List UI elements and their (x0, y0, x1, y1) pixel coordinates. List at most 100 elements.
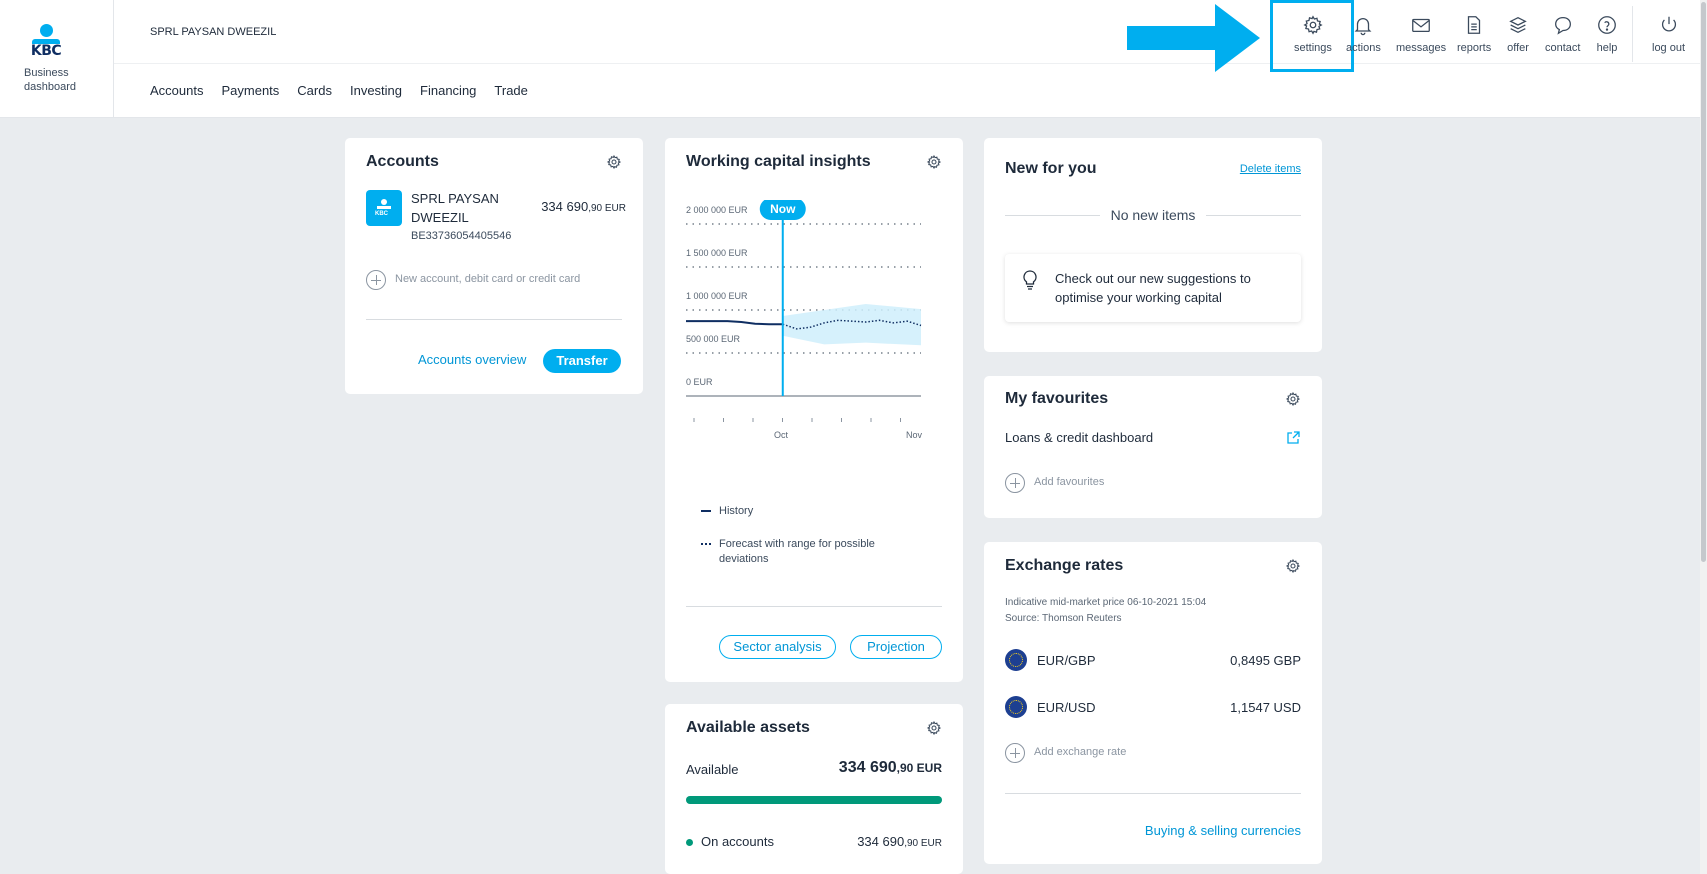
gear-icon[interactable] (1285, 391, 1301, 407)
sidebar-divider (113, 0, 114, 118)
available-label: Available (686, 762, 739, 777)
gear-icon[interactable] (606, 154, 622, 170)
y-tick-label: 0 EUR (686, 377, 713, 387)
log-out-button[interactable]: log out (1652, 14, 1685, 54)
speech-bubble-icon (1554, 17, 1571, 35)
sector-analysis-button[interactable]: Sector analysis (719, 635, 836, 659)
add-account-link[interactable]: New account, debit card or credit card (395, 273, 580, 285)
eu-flag-icon (1005, 696, 1027, 718)
envelope-icon (1412, 18, 1430, 33)
working-capital-divider (686, 606, 942, 607)
account-iban: BE33736054405546 (411, 230, 512, 242)
utility-divider (1632, 6, 1633, 62)
bell-icon (1354, 18, 1372, 36)
exchange-note: Indicative mid-market price 06-10-2021 1… (1005, 597, 1207, 624)
account-name-cont: DWEEZIL (411, 210, 469, 225)
gear-icon[interactable] (926, 720, 942, 736)
kbc-account-icon: KBC (366, 190, 402, 226)
gear-icon (1303, 15, 1323, 35)
working-capital-chart: 2 000 000 EUR 1 500 000 EUR 1 000 000 EUR 5… (686, 200, 923, 440)
y-tick-label: 500 000 EUR (686, 334, 741, 344)
nav-trade[interactable]: Trade (494, 83, 527, 98)
arrow-pointer-icon (1127, 4, 1260, 72)
settings-button[interactable]: settings (1294, 14, 1332, 54)
layers-icon (1509, 16, 1527, 34)
gear-icon[interactable] (1285, 558, 1301, 574)
accounts-card: Accounts KBC SPRL PAYSAN DWEEZIL BE33736… (345, 138, 643, 394)
legend-forecast: Forecast with range for possible deviati… (701, 537, 875, 567)
legend-history: History (701, 505, 753, 517)
accounts-title: Accounts (366, 153, 439, 170)
my-favourites-card: My favourites Loans & credit dashboard A… (984, 376, 1322, 518)
exchange-rates-title: Exchange rates (1005, 557, 1124, 574)
company-name: SPRL PAYSAN DWEEZIL (150, 26, 277, 38)
nav-payments[interactable]: Payments (221, 83, 279, 98)
add-circle-icon[interactable] (366, 270, 386, 290)
actions-button[interactable]: actions (1346, 14, 1381, 54)
eu-flag-icon (1005, 649, 1027, 671)
favourite-loans-link[interactable]: Loans & credit dashboard (1005, 430, 1153, 445)
transfer-button[interactable]: Transfer (543, 349, 621, 373)
delete-items-link[interactable]: Delete items (1240, 163, 1301, 175)
lightbulb-icon (1023, 270, 1037, 290)
add-exchange-rate-link[interactable]: Add exchange rate (1034, 746, 1126, 758)
gear-icon[interactable] (926, 154, 942, 170)
external-link-icon[interactable] (1286, 431, 1300, 445)
exchange-divider (1005, 793, 1301, 794)
offer-button[interactable]: offer (1507, 14, 1529, 54)
help-button[interactable]: help (1596, 14, 1618, 54)
document-icon (1467, 16, 1481, 34)
available-assets-title: Available assets (686, 719, 810, 736)
y-tick-label: 2 000 000 EUR (686, 205, 748, 215)
working-capital-card: Working capital insights 2 000 000 EUR 1 … (665, 138, 963, 682)
y-tick-label: 1 000 000 EUR (686, 291, 748, 301)
account-balance: 334 690,90 EUR (541, 199, 626, 214)
empty-divider-right (1206, 215, 1301, 216)
account-row[interactable]: KBC SPRL PAYSAN DWEEZIL BE33736054405546… (366, 190, 626, 245)
working-capital-title: Working capital insights (686, 153, 871, 170)
header-divider (114, 63, 1700, 64)
new-for-you-title: New for you (1005, 160, 1097, 177)
available-progress-track (686, 796, 942, 804)
power-icon (1661, 16, 1676, 32)
x-tick-label: Oct (774, 430, 789, 440)
exchange-rates-card: Exchange rates Indicative mid-market pri… (984, 542, 1322, 864)
business-dashboard-caption: Business dashboard (24, 67, 76, 93)
nav-investing[interactable]: Investing (350, 83, 402, 98)
new-for-you-card: New for you Delete items No new items Ch… (984, 138, 1322, 352)
nav-financing[interactable]: Financing (420, 83, 476, 98)
contact-button[interactable]: contact (1545, 14, 1580, 54)
add-favourites-link[interactable]: Add favourites (1034, 476, 1104, 488)
kbc-logo[interactable]: KBC (24, 24, 68, 58)
x-tick-label: Nov (906, 430, 923, 440)
accounts-divider (366, 319, 622, 320)
now-marker-label: Now (770, 202, 796, 216)
suggestion-tile[interactable]: Check out our new suggestions to optimis… (1005, 254, 1301, 322)
status-dot-icon (686, 839, 693, 847)
account-name: SPRL PAYSAN (411, 191, 499, 206)
rate-row: EUR/USD 1,1547 USD (1005, 696, 1301, 720)
history-legend-swatch (701, 510, 711, 513)
question-icon (1598, 16, 1616, 34)
rate-row: EUR/GBP 0,8495 GBP (1005, 649, 1301, 673)
history-series-line (686, 320, 783, 326)
forecast-legend-swatch (701, 543, 711, 545)
accounts-overview-link[interactable]: Accounts overview (418, 352, 526, 367)
add-circle-icon[interactable] (1005, 473, 1025, 493)
top-bar: KBC Business dashboard SPRL PAYSAN DWEEZ… (0, 0, 1700, 118)
nav-cards[interactable]: Cards (297, 83, 332, 98)
available-progress-fill (686, 796, 942, 804)
on-accounts-row: On accounts 334 690,90 EUR (686, 834, 942, 849)
scrollbar[interactable] (1700, 0, 1707, 874)
available-amount: 334 690,90 EUR (838, 759, 942, 776)
y-tick-label: 1 500 000 EUR (686, 248, 748, 258)
add-circle-icon[interactable] (1005, 743, 1025, 763)
messages-button[interactable]: messages (1396, 14, 1446, 54)
main-nav: Accounts Payments Cards Investing Financ… (150, 83, 528, 98)
projection-button[interactable]: Projection (850, 635, 942, 659)
reports-button[interactable]: reports (1457, 14, 1491, 54)
nav-accounts[interactable]: Accounts (150, 83, 203, 98)
available-assets-card: Available assets Available 334 690,90 EU… (665, 704, 963, 874)
buying-selling-currencies-link[interactable]: Buying & selling currencies (1145, 823, 1301, 838)
my-favourites-title: My favourites (1005, 390, 1109, 407)
